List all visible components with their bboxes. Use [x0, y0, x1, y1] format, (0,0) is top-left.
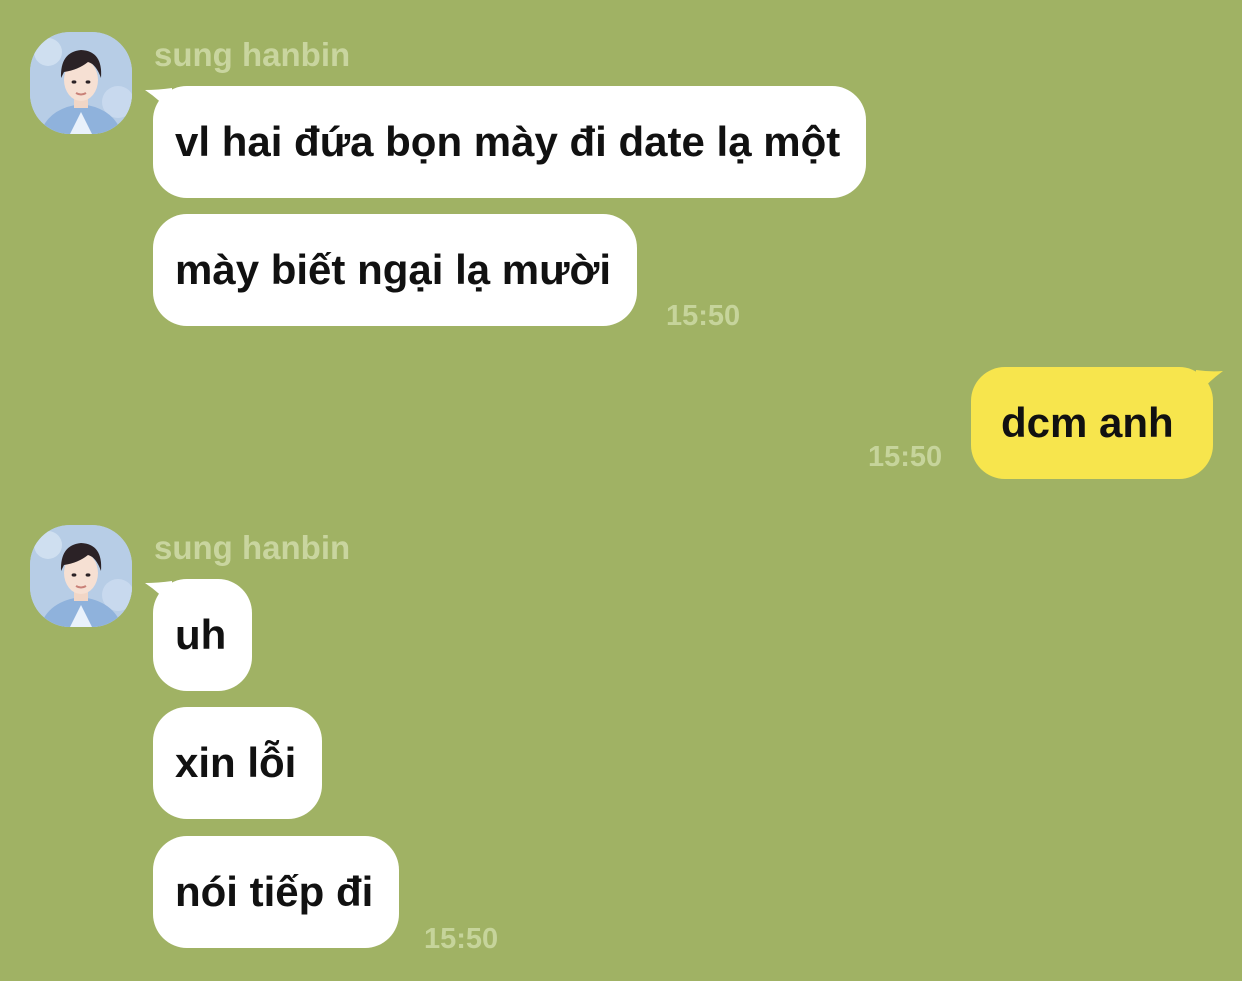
message-time: 15:50 — [666, 300, 741, 332]
message-time: 15:50 — [868, 441, 943, 473]
message-bubble[interactable]: vl hai đứa bọn mày đi date lạ một — [153, 86, 867, 198]
profile-photo-icon — [30, 32, 132, 134]
bubble-tail — [1196, 370, 1223, 396]
message-bubble[interactable]: uh — [153, 579, 253, 691]
message-bubble[interactable]: xin lỗi — [153, 707, 323, 819]
sender-name: sung hanbin — [154, 529, 351, 566]
message-bubble[interactable]: mày biết ngại lạ mười — [153, 214, 638, 326]
my-message-bubble[interactable]: dcm anh — [971, 367, 1213, 479]
sender-avatar[interactable] — [30, 525, 132, 627]
sender-avatar[interactable] — [30, 32, 132, 134]
sender-name: sung hanbin — [154, 36, 351, 73]
message-bubble[interactable]: nói tiếp đi — [153, 836, 400, 948]
message-time: 15:50 — [424, 923, 499, 955]
profile-photo-icon — [30, 525, 132, 627]
